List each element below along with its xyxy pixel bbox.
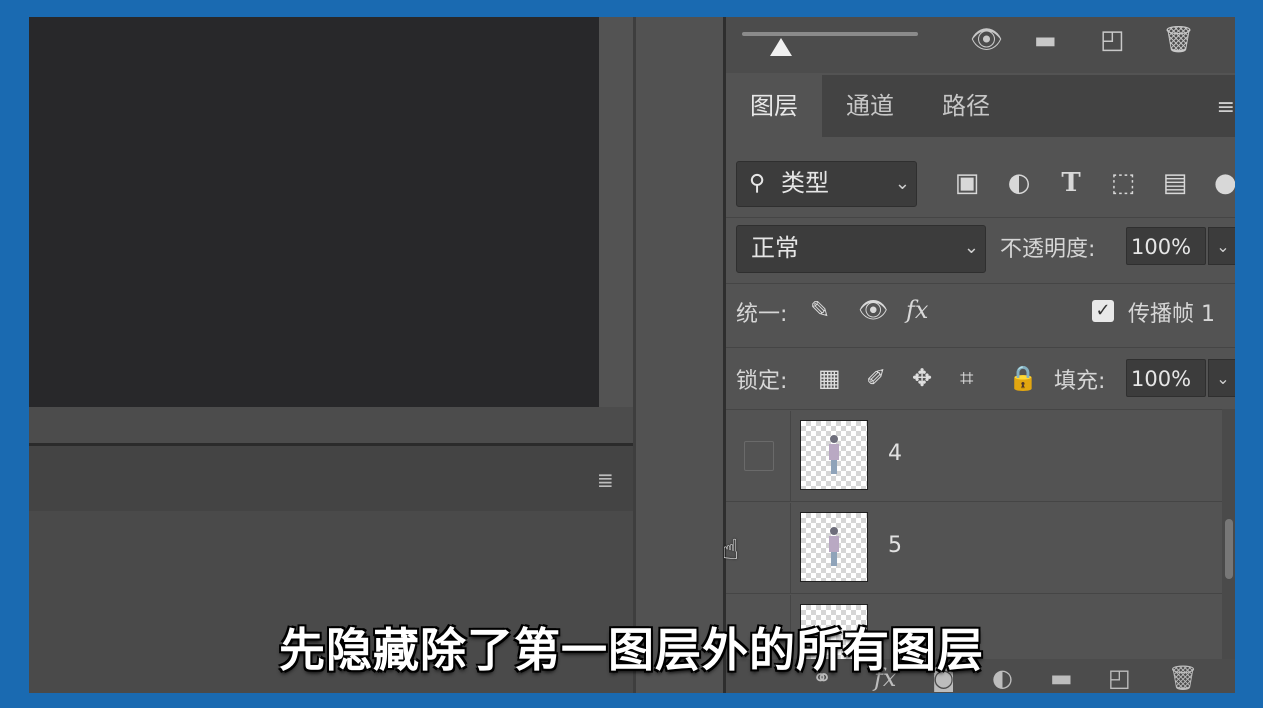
figure-thumbnail-art	[828, 527, 840, 567]
lock-position-icon[interactable]: ✥	[912, 363, 932, 393]
blend-mode-value: 正常	[751, 234, 799, 262]
filter-toggle-icon[interactable]: ●	[1214, 168, 1235, 198]
lock-label: 锁定:	[736, 369, 788, 394]
layer-visibility-toggle[interactable]	[744, 533, 774, 563]
unify-label: 统一:	[736, 302, 788, 327]
row-divider	[726, 501, 1222, 502]
video-subtitle: 先隐藏除了第一图层外的所有图层	[279, 623, 984, 677]
eye-brush-icon[interactable]: 👁	[970, 27, 1003, 53]
unify-visibility-icon[interactable]: 👁	[858, 295, 888, 325]
filter-type-label: 类型	[781, 169, 829, 197]
panel-tab-bar: 图层 通道 路径 ≡	[726, 75, 1235, 137]
figure-thumbnail-art	[828, 435, 840, 475]
row-divider	[726, 283, 1235, 284]
layer-name[interactable]: 5	[888, 533, 902, 558]
layer-name[interactable]: 4	[888, 441, 902, 466]
row-divider	[726, 347, 1235, 348]
layers-panel: 👁 ▬ ◰ 🗑 图层 通道 路径 ≡ ⚲ 类型 ⌄ ▣ ◐ T ⬚ ▤ ● 正常…	[726, 17, 1235, 693]
layer-filter-dropdown[interactable]: ⚲ 类型 ⌄	[736, 161, 917, 207]
canvas-scroll-area[interactable]	[29, 407, 633, 443]
unify-position-icon[interactable]: ✎	[810, 295, 830, 325]
slider-thumb[interactable]	[770, 38, 792, 56]
image-filter-icon[interactable]: ▣	[952, 168, 982, 198]
propagate-frame-checkbox[interactable]: ✓	[1092, 300, 1114, 322]
propagate-frame-label: 传播帧 1	[1128, 302, 1215, 327]
folder-icon[interactable]: ▬	[1034, 27, 1057, 53]
trash-icon[interactable]: 🗑	[1162, 27, 1195, 53]
photoshop-workspace: ≣ 👁 ▬ ◰ 🗑 图层 通道 路径 ≡ ⚲ 类型 ⌄ ▣ ◐ T ⬚ ▤ ●	[29, 17, 1235, 693]
lock-transparent-icon[interactable]: ▦	[818, 363, 841, 393]
new-layer-icon[interactable]: ◰	[1100, 27, 1125, 53]
lock-all-icon[interactable]: 🔒	[1008, 363, 1038, 393]
lock-artboard-icon[interactable]: ⌗	[960, 363, 974, 393]
timeline-panel-header: ≣	[29, 446, 633, 511]
lock-paint-icon[interactable]: ✐	[866, 363, 886, 393]
layer-thumbnail	[800, 512, 868, 582]
opacity-label: 不透明度:	[1000, 237, 1096, 262]
hand-cursor-icon: ☝	[722, 533, 740, 566]
tab-channels[interactable]: 通道	[822, 75, 918, 137]
panel-menu-icon[interactable]: ≡	[1217, 95, 1235, 120]
row-divider	[726, 593, 1222, 594]
scrollbar-thumb[interactable]	[1225, 519, 1233, 579]
type-filter-icon[interactable]: T	[1056, 168, 1086, 198]
row-divider	[726, 217, 1235, 218]
document-canvas[interactable]	[29, 17, 599, 407]
shape-filter-icon[interactable]: ⬚	[1108, 168, 1138, 198]
blend-mode-dropdown[interactable]: 正常 ⌄	[736, 225, 986, 273]
chevron-down-icon: ⌄	[894, 173, 910, 194]
layer-divider	[790, 503, 791, 593]
fill-input[interactable]: 100%	[1126, 359, 1206, 397]
layer-row[interactable]: 4	[726, 411, 1222, 501]
tab-layers[interactable]: 图层	[726, 75, 822, 137]
fill-dropdown[interactable]: ⌄	[1208, 359, 1235, 397]
fill-label: 填充:	[1054, 369, 1106, 394]
panel-gutter	[636, 17, 723, 693]
timeline-panel-menu-icon[interactable]: ≣	[597, 470, 614, 490]
layer-visibility-toggle[interactable]	[744, 441, 774, 471]
slider-track[interactable]	[742, 32, 918, 36]
tab-paths[interactable]: 路径	[918, 75, 1014, 137]
layer-divider	[790, 411, 791, 501]
smart-object-filter-icon[interactable]: ▤	[1160, 168, 1190, 198]
adjustment-filter-icon[interactable]: ◐	[1004, 168, 1034, 198]
unify-style-icon[interactable]: fx	[906, 295, 928, 325]
opacity-dropdown[interactable]: ⌄	[1208, 227, 1235, 265]
layer-thumbnail	[800, 420, 868, 490]
row-divider	[726, 409, 1235, 410]
opacity-input[interactable]: 100%	[1126, 227, 1206, 265]
layer-row[interactable]: 5	[726, 503, 1222, 593]
panel-top-toolbar: 👁 ▬ ◰ 🗑	[726, 17, 1235, 73]
search-icon: ⚲	[749, 171, 766, 196]
chevron-down-icon: ⌄	[963, 237, 979, 258]
